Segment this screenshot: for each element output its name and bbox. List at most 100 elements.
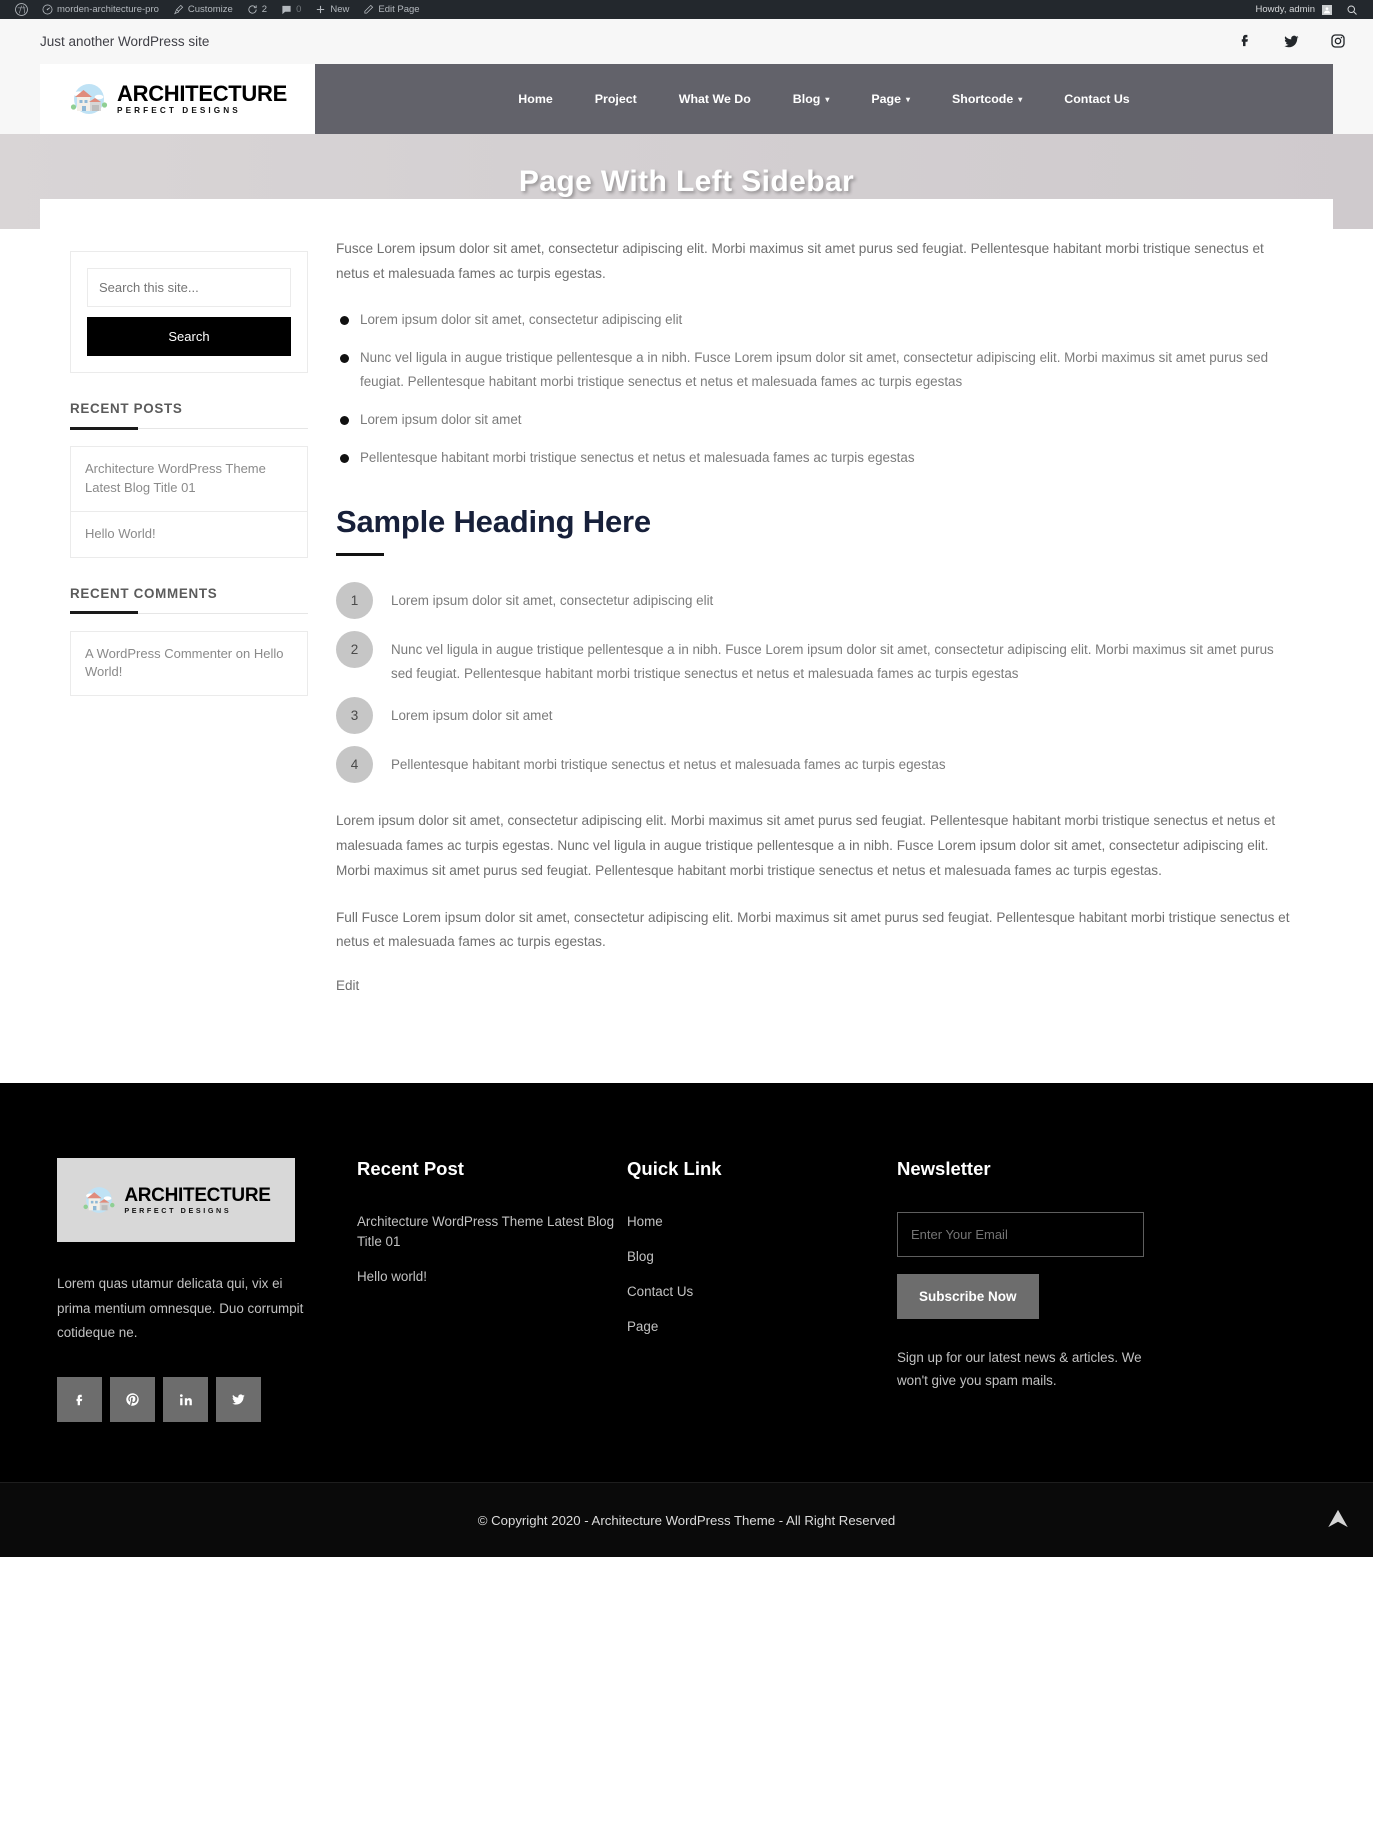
recent-comments-widget: RECENT COMMENTS A WordPress Commenter on… — [70, 586, 308, 697]
admin-bar-edit-page-label: Edit Page — [378, 4, 420, 15]
list-item-text: Lorem ipsum dolor sit amet, consectetur … — [391, 592, 714, 608]
comment-icon — [281, 4, 292, 15]
list-item-text: Lorem ipsum dolor sit amet — [391, 708, 553, 724]
recent-comments-title: RECENT COMMENTS — [70, 586, 308, 615]
house-logo-icon — [68, 83, 110, 115]
site-header: ARCHITECTURE PERFECT DESIGNS Home Projec… — [40, 64, 1333, 134]
footer-link-page[interactable]: Page — [627, 1317, 658, 1337]
scroll-to-top-icon[interactable] — [1325, 1506, 1351, 1535]
main-navigation: Home Project What We Do Blog ▾ Page ▾ Shor… — [315, 64, 1333, 134]
list-item: 2 Nunc vel ligula in augue tristique pel… — [336, 630, 1293, 686]
nav-label: What We Do — [678, 92, 751, 106]
nav-item-what-we-do[interactable]: What We Do — [658, 92, 772, 106]
chevron-down-icon: ▾ — [1018, 94, 1023, 104]
recent-posts-title: RECENT POSTS — [70, 401, 308, 430]
admin-bar-search[interactable] — [1339, 0, 1365, 19]
list-item[interactable]: Hello World! — [71, 512, 307, 558]
nav-label: Project — [594, 92, 637, 106]
search-input[interactable] — [87, 268, 291, 307]
linkedin-icon[interactable] — [163, 1377, 208, 1423]
footer-newsletter-column: Newsletter Subscribe Now Sign up for our… — [897, 1158, 1316, 1422]
nav-item-home[interactable]: Home — [497, 92, 573, 106]
nav-item-contact-us[interactable]: Contact Us — [1043, 92, 1150, 106]
footer-quick-link-list: Home Blog Contact Us Page — [627, 1212, 897, 1337]
revision-icon — [247, 4, 258, 15]
edit-link[interactable]: Edit — [336, 978, 359, 993]
nav-item-project[interactable]: Project — [574, 92, 658, 106]
logo-title: ARCHITECTURE — [117, 80, 287, 106]
admin-bar-comments-count: 0 — [296, 4, 302, 15]
chevron-down-icon: ▾ — [905, 94, 910, 104]
admin-bar-howdy[interactable]: Howdy, admin — [1249, 0, 1340, 19]
facebook-icon[interactable] — [57, 1377, 102, 1423]
admin-bar-howdy-label: Howdy, admin — [1255, 4, 1316, 15]
site-logo[interactable]: ARCHITECTURE PERFECT DESIGNS — [40, 64, 315, 134]
newsletter-note: Sign up for our latest news & articles. … — [897, 1350, 1142, 1388]
site-tagline: Just another WordPress site — [40, 34, 210, 49]
admin-bar-comments[interactable]: 0 — [274, 0, 308, 19]
footer-post-link[interactable]: Hello world! — [357, 1267, 427, 1287]
list-item[interactable]: Blog — [627, 1247, 897, 1267]
footer-recent-post-title: Recent Post — [357, 1158, 464, 1180]
nav-item-shortcode[interactable]: Shortcode ▾ — [931, 92, 1043, 106]
list-item[interactable]: Architecture WordPress Theme Latest Blog… — [71, 447, 307, 512]
admin-bar-customize[interactable]: Customize — [166, 0, 240, 19]
admin-bar-wordpress-logo[interactable] — [8, 0, 35, 19]
footer-newsletter-title: Newsletter — [897, 1158, 991, 1180]
facebook-icon[interactable] — [1238, 33, 1253, 50]
list-item[interactable]: A WordPress Commenter on Hello World! — [71, 632, 307, 697]
list-item[interactable]: Architecture WordPress Theme Latest Blog… — [357, 1212, 627, 1252]
topbar-social-list — [1238, 33, 1346, 50]
admin-bar-site-name[interactable]: morden-architecture-pro — [35, 0, 166, 19]
footer-social-list — [57, 1377, 357, 1423]
admin-bar-customize-label: Customize — [187, 4, 233, 15]
footer-link-home[interactable]: Home — [627, 1212, 663, 1232]
logo-text: ARCHITECTURE PERFECT DESIGNS — [117, 80, 287, 115]
list-item: Lorem ipsum dolor sit amet — [336, 408, 1293, 432]
copyright-text: © Copyright 2020 - Architecture WordPres… — [477, 1512, 896, 1528]
list-item[interactable]: Home — [627, 1212, 897, 1232]
footer-link-blog[interactable]: Blog — [627, 1247, 654, 1267]
footer-quick-link-column: Quick Link Home Blog Contact Us Page — [627, 1158, 897, 1422]
wordpress-logo-icon — [15, 3, 28, 16]
footer-quick-link-title: Quick Link — [627, 1158, 722, 1180]
twitter-icon[interactable] — [216, 1377, 261, 1423]
nav-item-blog[interactable]: Blog ▾ — [772, 92, 851, 106]
nav-item-page[interactable]: Page ▾ — [850, 92, 931, 106]
subscribe-button[interactable]: Subscribe Now — [897, 1274, 1039, 1320]
footer-post-link[interactable]: Architecture WordPress Theme Latest Blog… — [357, 1212, 627, 1252]
footer-logo[interactable]: ARCHITECTURE PERFECT DESIGNS — [57, 1158, 295, 1243]
twitter-icon[interactable] — [1283, 33, 1300, 50]
admin-bar-updates[interactable]: 2 — [240, 0, 274, 19]
list-item[interactable]: Contact Us — [627, 1282, 897, 1302]
footer-link-contact-us[interactable]: Contact Us — [627, 1282, 693, 1302]
recent-comments-list: A WordPress Commenter on Hello World! — [70, 630, 308, 697]
list-item: 4 Pellentesque habitant morbi tristique … — [336, 746, 1293, 784]
admin-bar-site-name-label: morden-architecture-pro — [57, 4, 159, 15]
nav-label: Page — [871, 92, 901, 106]
list-item: Lorem ipsum dolor sit amet, consectetur … — [336, 308, 1293, 332]
list-item[interactable]: Page — [627, 1317, 897, 1337]
search-button[interactable]: Search — [87, 317, 291, 356]
nav-label: Home — [518, 92, 553, 106]
admin-bar-edit-page[interactable]: Edit Page — [356, 0, 426, 19]
copyright-bar: © Copyright 2020 - Architecture WordPres… — [0, 1482, 1373, 1558]
site-header-wrap: ARCHITECTURE PERFECT DESIGNS Home Projec… — [0, 64, 1373, 134]
pinterest-icon[interactable] — [110, 1377, 155, 1423]
nav-label: Contact Us — [1064, 92, 1130, 106]
instagram-icon[interactable] — [1330, 33, 1346, 50]
bullet-list: Lorem ipsum dolor sit amet, consectetur … — [336, 308, 1293, 469]
house-logo-icon — [81, 1186, 117, 1214]
avatar — [1322, 4, 1332, 15]
nav-label: Blog — [792, 92, 821, 106]
list-item[interactable]: Hello world! — [357, 1267, 627, 1287]
admin-bar-new[interactable]: New — [308, 0, 356, 19]
dashboard-icon — [42, 4, 53, 15]
list-number-badge: 4 — [336, 746, 373, 784]
search-widget: Search — [70, 251, 308, 373]
admin-bar-updates-count: 2 — [261, 4, 268, 15]
newsletter-email-input[interactable] — [897, 1212, 1144, 1258]
search-icon — [1346, 4, 1358, 16]
site-topbar: Just another WordPress site — [0, 19, 1373, 64]
heading-underline — [336, 552, 384, 556]
